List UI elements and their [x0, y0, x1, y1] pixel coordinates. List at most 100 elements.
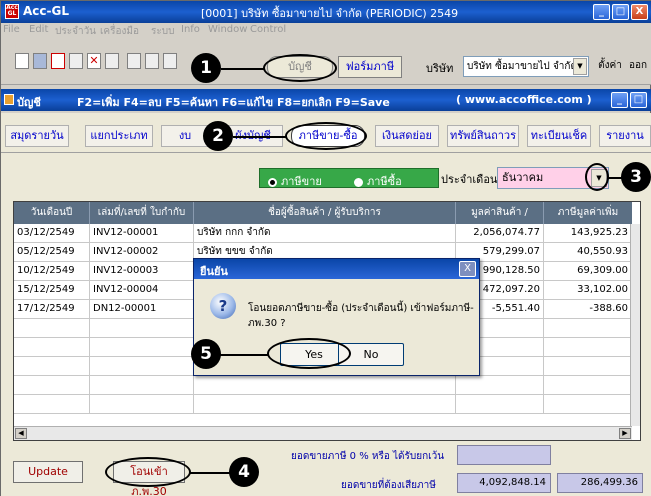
radio-purchase-label: ภาษีซื้อ [367, 175, 402, 188]
cell-vat [544, 357, 632, 376]
cell-vat: 69,309.00 [544, 262, 632, 281]
edit-pencil-icon[interactable] [51, 53, 65, 69]
menu-info[interactable]: Info [181, 24, 200, 35]
vat-total-value: 286,499.36 [557, 473, 643, 493]
cut-icon[interactable] [105, 53, 119, 69]
website-url: ( www.accoffice.com ) [456, 93, 592, 106]
callout-marker-2: 2 [203, 121, 233, 151]
maximize-button[interactable]: □ [612, 4, 629, 20]
col-date[interactable]: วันเดือนปี [14, 202, 90, 224]
cell-vat: 40,550.93 [544, 243, 632, 262]
table-row[interactable]: 03/12/2549 INV12-00001 บริษัท กกก จำกัด … [14, 224, 632, 243]
cell-customer [194, 376, 456, 395]
col-customer[interactable]: ชื่อผู้ซื้อสินค้า / ผู้รับบริการ [194, 202, 456, 224]
tab-ledger[interactable]: แยกประเภท [85, 125, 153, 147]
cell-invoice [90, 395, 194, 414]
cell-vat: -388.60 [544, 300, 632, 319]
delete-icon[interactable]: ✕ [87, 53, 101, 69]
callout-marker-5: 5 [191, 339, 221, 369]
menu-control[interactable]: Control [250, 24, 286, 35]
dialog-title-bar: ยืนยัน X [194, 259, 479, 279]
cell-invoice: INV12-00004 [90, 281, 194, 300]
undo-icon[interactable] [69, 53, 83, 69]
cell-date [14, 376, 90, 395]
callout-ring-4 [105, 457, 191, 487]
cell-invoice: INV12-00001 [90, 224, 194, 243]
preview-icon[interactable] [145, 53, 159, 69]
chevron-down-icon[interactable]: ▼ [573, 58, 587, 75]
cell-vat: 143,925.23 [544, 224, 632, 243]
find-icon[interactable] [127, 53, 141, 69]
callout-ring-3 [585, 163, 609, 191]
cell-date: 15/12/2549 [14, 281, 90, 300]
cell-invoice [90, 357, 194, 376]
update-button[interactable]: Update [13, 461, 83, 483]
callout-marker-1: 1 [191, 53, 221, 83]
question-icon: ? [210, 293, 236, 319]
inner-minimize-button[interactable]: _ [611, 92, 628, 108]
settings-button[interactable]: ตั้งค่า [597, 56, 623, 78]
minimize-button[interactable]: _ [593, 4, 610, 20]
table-row[interactable] [14, 395, 632, 414]
callout-line-1 [221, 68, 265, 70]
app-logo-icon: Acc GL [5, 4, 19, 19]
app-name: Acc-GL [23, 4, 69, 18]
radio-unselected-icon [354, 177, 363, 187]
table-row[interactable] [14, 376, 632, 395]
save-icon[interactable] [33, 53, 47, 69]
tab-reports[interactable]: รายงาน [599, 125, 651, 147]
cell-date [14, 319, 90, 338]
tab-journal[interactable]: สมุดรายวัน [5, 125, 69, 147]
cell-vat: 33,102.00 [544, 281, 632, 300]
radio-purchase-tax[interactable]: ภาษีซื้อ [354, 172, 402, 190]
tab-cheque-register[interactable]: ทะเบียนเช็ค [527, 125, 591, 147]
cell-invoice [90, 319, 194, 338]
month-label: ประจำเดือน [441, 173, 498, 186]
inner-maximize-button[interactable]: □ [630, 92, 647, 108]
close-button[interactable]: X [631, 4, 648, 20]
tab-statements[interactable]: งบ [161, 125, 209, 147]
dialog-message: โอนยอดภาษีขาย-ซื้อ (ประจำเดือนนี้) เข้าฟ… [248, 303, 474, 329]
radio-sales-label: ภาษีขาย [281, 175, 322, 188]
menu-file[interactable]: File [3, 24, 20, 35]
tax-type-radio-group: ภาษีขาย ภาษีซื้อ [259, 168, 439, 188]
callout-line-5 [219, 354, 269, 356]
cell-invoice [90, 376, 194, 395]
col-amount[interactable]: มูลค่าสินค้า / บริการ [456, 202, 544, 240]
taxable-sales-label: ยอดขายที่ต้องเสียภาษี [341, 480, 436, 491]
vertical-scrollbar[interactable] [630, 224, 640, 426]
cell-amount [456, 376, 544, 395]
main-window: Acc GL Acc-GL [0001] บริษัท ซื้อมาขายไป … [0, 0, 651, 496]
first-record-icon[interactable] [163, 53, 177, 69]
cell-vat [544, 395, 632, 414]
company-select[interactable]: บริษัท ซื้อมาขายไป จำกัด ▼ [463, 56, 589, 77]
callout-ring-1 [263, 54, 337, 82]
radio-sales-tax[interactable]: ภาษีขาย [268, 172, 322, 190]
exit-button[interactable]: ออก [625, 56, 651, 78]
cell-date [14, 357, 90, 376]
taxable-sales-value: 4,092,848.14 [457, 473, 551, 493]
menu-system[interactable]: ระบบ [151, 24, 174, 39]
col-invoice-no[interactable]: เล่มที่/เลขที่ ใบกำกับภาษี [90, 202, 194, 240]
company-label: บริษัท [426, 62, 454, 75]
menu-daily[interactable]: ประจำวัน [55, 24, 96, 39]
scroll-right-icon[interactable]: ▶ [619, 428, 631, 439]
tab-petty-cash[interactable]: เงินสดย่อย [375, 125, 439, 147]
cell-date [14, 395, 90, 414]
menu-tools[interactable]: เครื่องมือ [100, 24, 139, 39]
horizontal-scrollbar[interactable]: ◀ ▶ [14, 426, 632, 440]
table-header: วันเดือนปี เล่มที่/เลขที่ ใบกำกับภาษี ชื… [14, 202, 632, 240]
menu-window[interactable]: Window [208, 24, 247, 35]
dialog-close-icon[interactable]: X [459, 261, 476, 277]
month-value: ธันวาคม [502, 171, 544, 184]
cell-customer: บริษัท กกก จำกัด [194, 224, 456, 243]
callout-line-4 [189, 472, 231, 474]
book-icon [4, 94, 14, 105]
col-vat[interactable]: ภาษีมูลค่าเพิ่ม [544, 202, 632, 224]
tax-form-button[interactable]: ฟอร์มภาษี [338, 56, 402, 78]
zero-rate-label: ยอดขายภาษี 0 % หรือ ได้รับยกเว้น [291, 451, 445, 462]
scroll-left-icon[interactable]: ◀ [15, 428, 27, 439]
tab-fixed-assets[interactable]: ทรัพย์สินถาวร [447, 125, 519, 147]
new-file-icon[interactable] [15, 53, 29, 69]
menu-edit[interactable]: Edit [29, 24, 48, 35]
